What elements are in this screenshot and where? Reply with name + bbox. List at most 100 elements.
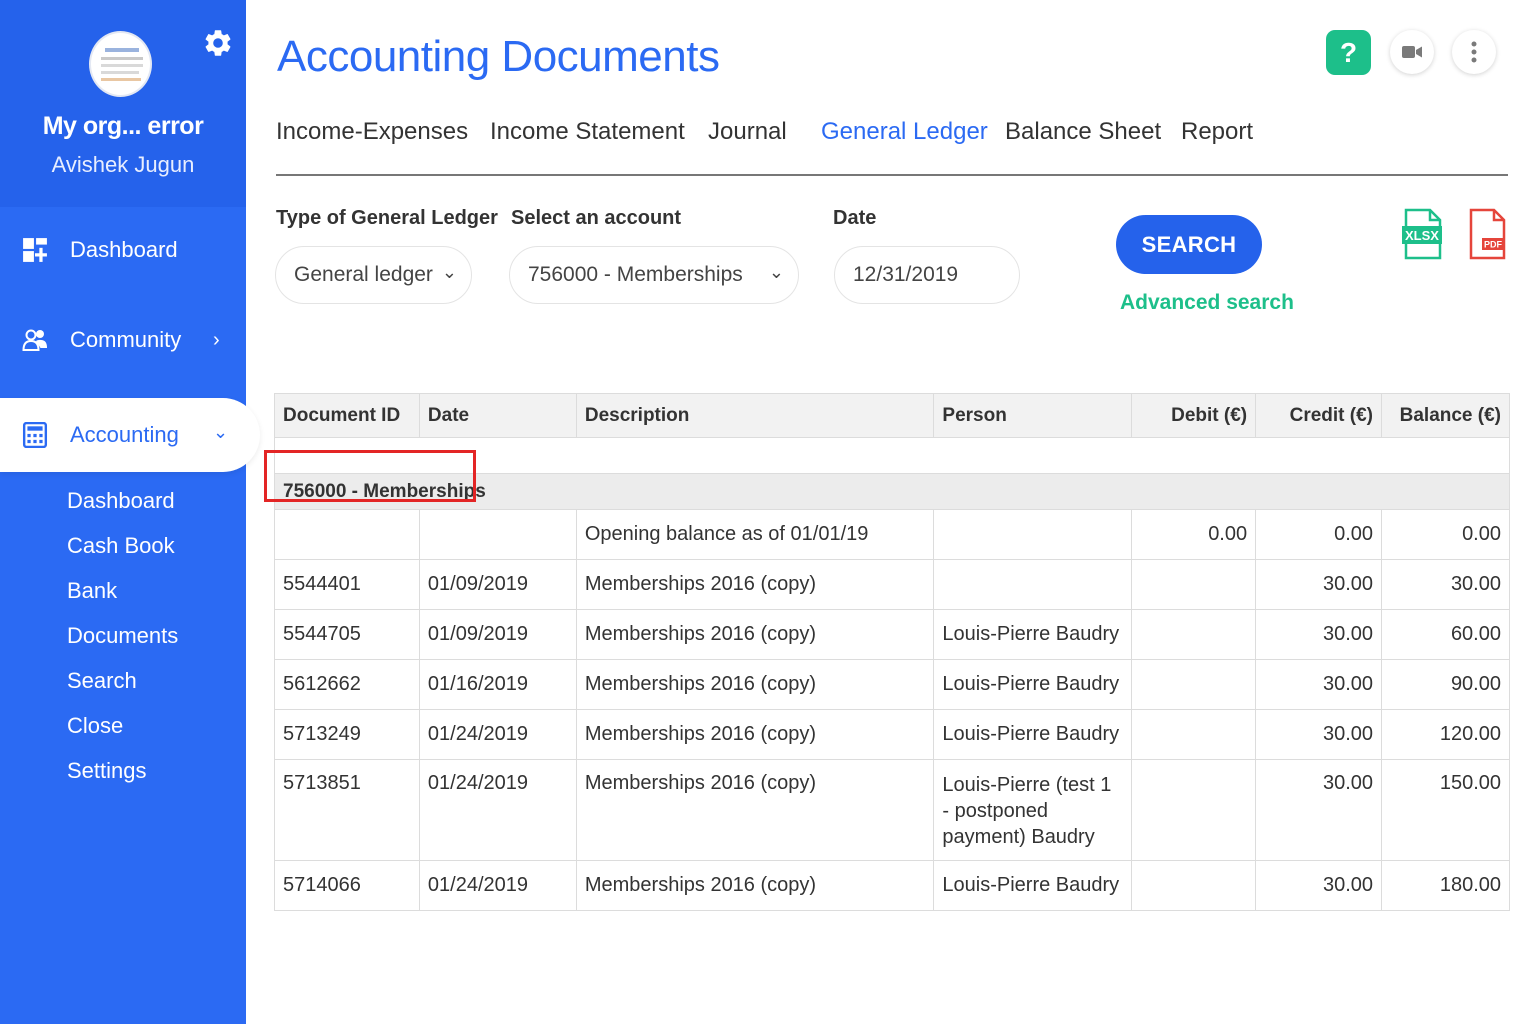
col-date[interactable]: Date xyxy=(418,393,577,438)
sub-item-documents[interactable]: Documents xyxy=(67,623,178,649)
cell-date: 01/24/2019 xyxy=(418,759,577,861)
tab-general-ledger[interactable]: General Ledger xyxy=(821,118,988,146)
col-description[interactable]: Description xyxy=(575,393,935,438)
cell-credit: 30.00 xyxy=(1255,759,1383,861)
cell-description: Memberships 2016 (copy) xyxy=(575,709,935,760)
tab-income-statement[interactable]: Income Statement xyxy=(490,118,685,146)
xlsx-export-icon[interactable]: XLSX xyxy=(1402,208,1442,260)
cell-document-id[interactable]: 5612662 xyxy=(274,659,420,710)
cell-document-id[interactable]: 5713851 xyxy=(274,759,420,861)
cell-date: 01/24/2019 xyxy=(418,709,577,760)
table-row[interactable]: 5714066 01/24/2019 Memberships 2016 (cop… xyxy=(274,860,1510,911)
cell-description: Memberships 2016 (copy) xyxy=(575,559,935,610)
cell-person: Louis-Pierre Baudry xyxy=(933,709,1133,760)
nav-dashboard[interactable]: Dashboard xyxy=(0,220,246,280)
sub-item-settings[interactable]: Settings xyxy=(67,758,147,784)
cell-balance: 60.00 xyxy=(1381,609,1510,660)
cell-date: 01/09/2019 xyxy=(418,559,577,610)
cell-credit: 30.00 xyxy=(1255,609,1383,660)
table-header-row: Document ID Date Description Person Debi… xyxy=(274,393,1510,438)
cell-debit xyxy=(1131,709,1257,760)
ledger-type-select[interactable]: General ledger ⌄ xyxy=(275,246,472,304)
table-row[interactable]: 5544705 01/09/2019 Memberships 2016 (cop… xyxy=(274,609,1510,660)
spacer-row xyxy=(274,437,1510,474)
cell-person: Louis-Pierre Baudry xyxy=(933,659,1133,710)
sub-item-dashboard[interactable]: Dashboard xyxy=(67,488,175,514)
chevron-down-icon: ⌄ xyxy=(768,262,784,282)
more-options-button[interactable] xyxy=(1452,30,1496,74)
pdf-export-icon[interactable]: PDF xyxy=(1468,208,1506,260)
col-debit[interactable]: Debit (€) xyxy=(1131,393,1257,438)
chevron-right-icon: › xyxy=(213,328,220,351)
account-label: Select an account xyxy=(511,207,682,229)
cell-debit xyxy=(1131,559,1257,610)
cell-date: 01/09/2019 xyxy=(418,609,577,660)
col-balance[interactable]: Balance (€) xyxy=(1381,393,1510,438)
table-row[interactable]: 5713851 01/24/2019 Memberships 2016 (cop… xyxy=(274,759,1510,861)
cell-document-id[interactable]: 5713249 xyxy=(274,709,420,760)
advanced-search-link[interactable]: Advanced search xyxy=(1120,291,1294,315)
ledger-type-label: Type of General Ledger xyxy=(276,207,498,229)
cell-credit: 30.00 xyxy=(1255,659,1383,710)
nav-dashboard-label: Dashboard xyxy=(70,237,178,262)
tab-income-expenses[interactable]: Income-Expenses xyxy=(276,118,468,146)
table-row[interactable]: 5612662 01/16/2019 Memberships 2016 (cop… xyxy=(274,659,1510,710)
nav-accounting[interactable]: Accounting ⌄ xyxy=(0,398,260,472)
cell-debit xyxy=(1131,659,1257,710)
nav-accounting-label: Accounting xyxy=(70,422,179,447)
cell-balance: 30.00 xyxy=(1381,559,1510,610)
date-value: 12/31/2019 xyxy=(853,263,959,286)
gear-icon[interactable] xyxy=(202,27,234,59)
cell-credit: 30.00 xyxy=(1255,559,1383,610)
user-name: Avishek Jugun xyxy=(51,152,195,177)
chevron-down-icon: ⌄ xyxy=(213,422,229,442)
sub-item-search[interactable]: Search xyxy=(67,668,137,694)
cell-balance: 150.00 xyxy=(1381,759,1510,861)
date-label: Date xyxy=(833,207,877,229)
cell-debit xyxy=(1131,860,1257,911)
sub-item-close[interactable]: Close xyxy=(67,713,123,739)
cell-document-id[interactable]: 5544705 xyxy=(274,609,420,660)
tab-balance-sheet[interactable]: Balance Sheet xyxy=(1005,118,1161,146)
date-input[interactable]: 12/31/2019 xyxy=(834,246,1020,304)
org-name[interactable]: My org... error xyxy=(0,112,246,141)
nav-community[interactable]: Community › xyxy=(0,310,246,370)
tab-report[interactable]: Report xyxy=(1181,118,1253,146)
search-button[interactable]: SEARCH xyxy=(1116,215,1262,274)
more-vertical-icon xyxy=(1471,41,1477,63)
cell-document-id[interactable]: 5544401 xyxy=(274,559,420,610)
general-ledger-table: Document ID Date Description Person Debi… xyxy=(274,393,1510,911)
cell-description: Memberships 2016 (copy) xyxy=(575,659,935,710)
opening-balance-row: Opening balance as of 01/01/19 0.00 0.00… xyxy=(274,509,1510,560)
sidebar: My org... error Avishek Jugun Dashboard … xyxy=(0,0,260,1024)
cell-credit: 30.00 xyxy=(1255,709,1383,760)
page-title: Accounting Documents xyxy=(277,32,720,81)
cell-description: Memberships 2016 (copy) xyxy=(575,860,935,911)
video-button[interactable] xyxy=(1390,30,1434,74)
account-group-row: 756000 - Memberships xyxy=(274,473,1510,510)
cell-credit: 30.00 xyxy=(1255,860,1383,911)
dashboard-icon xyxy=(23,238,47,262)
help-button[interactable]: ? xyxy=(1326,30,1371,75)
cell-document-id[interactable]: 5714066 xyxy=(274,860,420,911)
nav-community-label: Community xyxy=(70,327,182,352)
sub-item-bank[interactable]: Bank xyxy=(67,578,117,604)
account-select[interactable]: 756000 - Memberships ⌄ xyxy=(509,246,799,304)
table-row[interactable]: 5713249 01/24/2019 Memberships 2016 (cop… xyxy=(274,709,1510,760)
opening-balance: 0.00 xyxy=(1381,509,1510,560)
col-credit[interactable]: Credit (€) xyxy=(1255,393,1383,438)
pdf-label: PDF xyxy=(1484,240,1503,250)
opening-debit: 0.00 xyxy=(1131,509,1257,560)
cell-person: Louis-Pierre (test 1 - postponed payment… xyxy=(933,759,1133,861)
tab-journal[interactable]: Journal xyxy=(708,118,787,146)
cell-description: Memberships 2016 (copy) xyxy=(575,759,935,861)
community-icon xyxy=(22,329,47,351)
chevron-down-icon: ⌄ xyxy=(441,262,457,282)
org-logo[interactable] xyxy=(89,31,152,97)
xlsx-label: XLSX xyxy=(1405,228,1439,243)
table-row[interactable]: 5544401 01/09/2019 Memberships 2016 (cop… xyxy=(274,559,1510,610)
tab-bar: Income-Expenses Income Statement Journal… xyxy=(276,114,1508,176)
sub-item-cash-book[interactable]: Cash Book xyxy=(67,533,175,559)
col-document-id[interactable]: Document ID xyxy=(274,393,420,438)
col-person[interactable]: Person xyxy=(933,393,1133,438)
